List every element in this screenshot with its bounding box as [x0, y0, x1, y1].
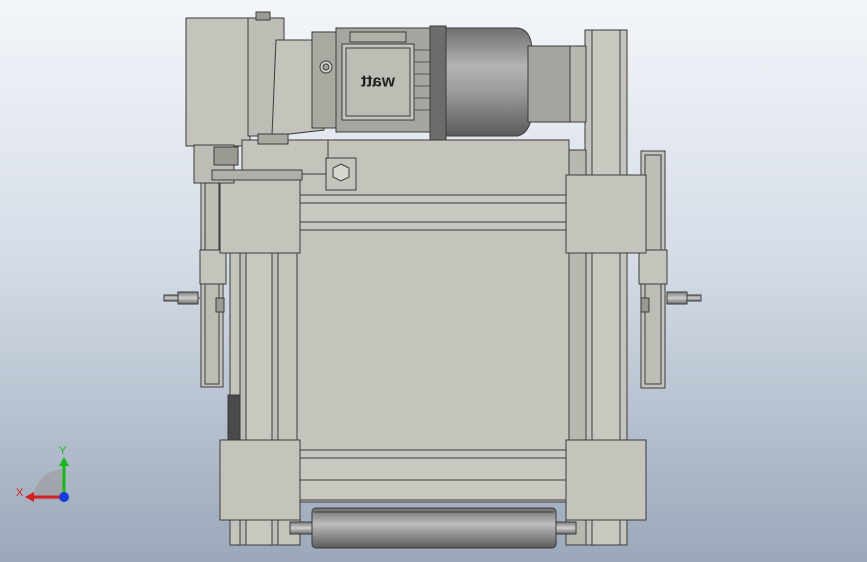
upper-right-block [565, 174, 647, 254]
lower-left-block [219, 439, 301, 521]
right-side-guide [638, 150, 702, 389]
cad-viewport[interactable]: watt X Y [0, 0, 867, 562]
y-axis-label: Y [59, 445, 67, 457]
left-side-guide [163, 174, 227, 388]
bottom-roller [289, 507, 577, 549]
conveyor-drive-model[interactable]: watt X Y [0, 0, 867, 562]
conveyor-body [296, 139, 570, 503]
motor-brand-label: watt [361, 71, 396, 90]
z-axis-dot [59, 492, 69, 502]
axis-triad: X Y [16, 445, 69, 502]
x-axis-label: X [16, 487, 24, 499]
svg-text:watt: watt [361, 71, 396, 90]
upper-left-block [219, 174, 301, 254]
motor-body [429, 25, 587, 141]
lower-right-block [565, 439, 647, 521]
gearbox-housing [185, 11, 339, 147]
